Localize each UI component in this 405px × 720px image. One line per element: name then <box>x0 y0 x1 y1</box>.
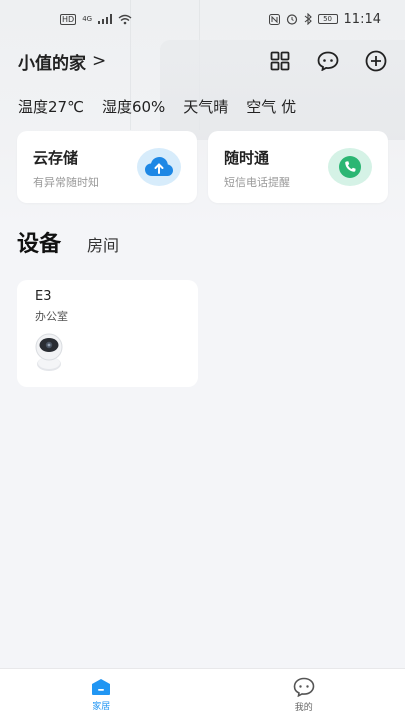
weather-bar: 温度27℃ 湿度60% 天气晴 空气 优 <box>18 96 296 117</box>
header-actions <box>269 50 387 72</box>
status-time: 11:14 <box>343 11 381 27</box>
status-bar: HD 4G 50 11:14 <box>0 0 405 38</box>
device-room-tabs: 设备 房间 <box>17 226 119 258</box>
nfc-icon <box>268 13 280 25</box>
wifi-icon <box>118 14 132 24</box>
home-name: 小值的家 <box>18 53 86 74</box>
signal-icon <box>98 14 113 24</box>
instant-call-card[interactable]: 随时通 短信电话提醒 <box>208 131 388 203</box>
phone-icon <box>328 148 372 186</box>
messages-button[interactable] <box>317 50 339 72</box>
device-card[interactable]: E3 办公室 <box>17 280 198 387</box>
bluetooth-icon <box>304 13 312 25</box>
nav-profile[interactable]: 我的 <box>203 669 405 720</box>
nav-profile-label: 我的 <box>294 702 313 713</box>
profile-icon <box>293 677 315 697</box>
device-room: 办公室 <box>35 310 68 323</box>
humidity: 湿度60% <box>101 98 166 116</box>
nav-home-label: 家居 <box>92 701 111 712</box>
grid-view-button[interactable] <box>269 50 291 72</box>
tab-devices[interactable]: 设备 <box>17 226 61 258</box>
plus-circle-icon <box>365 50 387 72</box>
tab-rooms[interactable]: 房间 <box>87 232 119 258</box>
grid-icon <box>270 51 290 71</box>
weather-condition: 天气晴 <box>183 98 229 116</box>
home-icon <box>92 678 111 695</box>
home-selector[interactable]: 小值的家 > <box>18 49 106 74</box>
add-device-button[interactable] <box>365 50 387 72</box>
air-quality: 空气 优 <box>246 98 297 116</box>
battery-indicator: 50 <box>317 14 338 24</box>
app-header: 小值的家 > <box>18 46 387 76</box>
network-type: 4G <box>82 15 93 23</box>
device-name: E3 <box>35 289 52 304</box>
camera-icon <box>35 333 63 371</box>
cloud-storage-card[interactable]: 云存储 有异常随时知 <box>17 131 197 203</box>
hd-badge: HD <box>60 13 77 25</box>
alarm-icon <box>286 14 297 25</box>
nav-home[interactable]: 家居 <box>0 669 203 720</box>
chevron-right-icon: > <box>92 51 107 71</box>
temperature: 温度27℃ <box>18 98 84 116</box>
status-left: HD 4G <box>60 13 132 25</box>
status-right: 50 11:14 <box>268 11 381 27</box>
cloud-upload-icon <box>137 148 181 186</box>
app-screen: HD 4G 50 11:14 小值的家 > 温度27℃ 湿度60% 天气晴 空气… <box>0 0 405 720</box>
chat-icon <box>317 51 339 71</box>
bottom-navigation: 家居 我的 <box>0 668 405 720</box>
